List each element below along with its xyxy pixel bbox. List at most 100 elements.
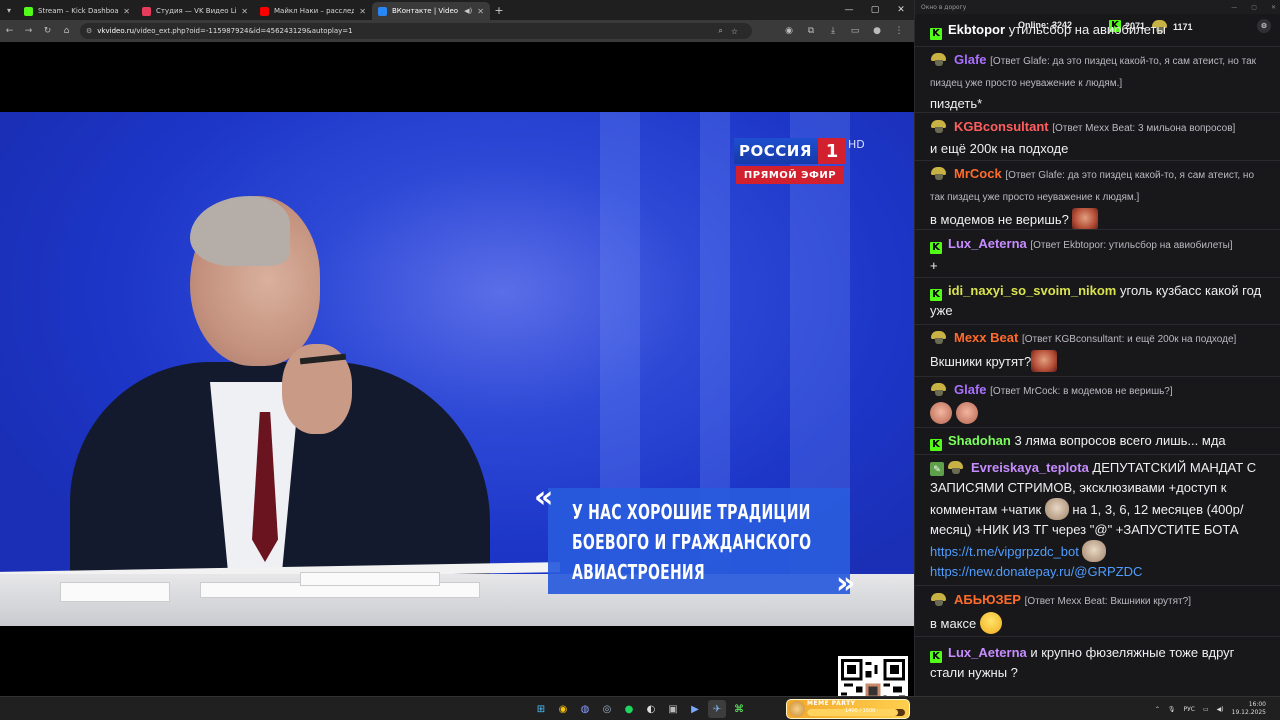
pen-badge-icon: ✎	[930, 462, 944, 476]
chat-username[interactable]: MrCock	[954, 166, 1002, 181]
zoom-icon[interactable]: ⌕	[718, 26, 722, 36]
forward-icon[interactable]: →	[19, 20, 38, 42]
message-divider	[915, 427, 1280, 428]
close-icon[interactable]: ✕	[241, 7, 248, 16]
chat-username[interactable]: АБЬЮЗЕР	[954, 592, 1021, 607]
system-tray: ⌃ 🎙 РУС ▭ ◀) 16:00 19.12.2025	[1155, 697, 1266, 720]
clock[interactable]: 16:00 19.12.2025	[1232, 701, 1266, 717]
message-divider	[915, 324, 1280, 325]
chat-username[interactable]: Lux_Aeterna	[948, 645, 1027, 660]
menu-dots-icon[interactable]: ⋮	[890, 26, 908, 36]
speaker-icon[interactable]: ◀)	[464, 7, 472, 15]
close-icon[interactable]: ✕	[477, 7, 484, 16]
helmet-badge-icon	[947, 461, 965, 474]
chrome-icon[interactable]: ◉	[554, 700, 572, 718]
chat-message: Glafe [Ответ Glafe: да это пиздец какой-…	[930, 50, 1270, 114]
chat-text: +	[930, 258, 938, 273]
tab-search-icon[interactable]: ▾	[0, 0, 18, 20]
chat-username[interactable]: Shadohan	[948, 433, 1011, 448]
paper-sheet	[60, 582, 170, 602]
tab-vk-studio[interactable]: Студия — VK Видео Live ✕	[136, 2, 254, 20]
kick-badge-icon: K	[930, 439, 942, 451]
extensions-puzzle-icon[interactable]: ⧉	[802, 26, 820, 36]
cast-icon[interactable]: ▭	[846, 26, 864, 36]
bookmark-star-icon[interactable]: ☆	[731, 27, 738, 36]
chat-username[interactable]: Mexx Beat	[954, 330, 1018, 345]
caption-quote-close: »	[836, 566, 856, 601]
media-player-icon[interactable]: ▶	[686, 700, 704, 718]
chat-username[interactable]: idi_naxyi_so_svoim_nikom	[948, 283, 1116, 298]
maximize-icon[interactable]: ▢	[1251, 4, 1257, 11]
steam-icon[interactable]: ◎	[598, 700, 616, 718]
chat-message-list[interactable]: K Ekbtopor утильсбор на авиобилеты Glafe …	[915, 24, 1280, 696]
network-icon[interactable]: ▭	[1203, 706, 1209, 713]
emote-face-icon	[1072, 208, 1099, 230]
chat-username[interactable]: Glafe	[954, 382, 987, 397]
new-tab-icon[interactable]: +	[490, 4, 508, 17]
meme-party-progress: MEME PARTY 1400 / 1500	[786, 699, 910, 719]
microphone-icon[interactable]: 🎙	[1168, 706, 1176, 713]
kick-badge-icon: K	[930, 242, 942, 254]
meme-party-title: MEME PARTY	[807, 700, 856, 707]
volume-icon[interactable]: ◀)	[1217, 706, 1224, 713]
terminal-icon[interactable]: ⌘	[730, 700, 748, 718]
video-player[interactable]: РОССИЯ 1 HD ПРЯМОЙ ЭФИР « У НАС ХОРОШИЕ …	[0, 42, 914, 696]
maximize-icon[interactable]: ▢	[862, 0, 888, 20]
vk-video-favicon-icon	[142, 6, 151, 16]
chat-text: утильсбор на авиобилеты	[1008, 24, 1166, 37]
site-info-icon[interactable]: ⚙	[86, 27, 92, 35]
qr-code	[838, 656, 908, 696]
language-indicator[interactable]: РУС	[1184, 706, 1195, 713]
address-bar[interactable]: ⚙ vkvideo.ru/video_ext.php?oid=-11598792…	[80, 23, 752, 39]
close-window-icon[interactable]: ✕	[1271, 4, 1276, 11]
bot-link[interactable]: https://t.me/vipgrpzdc_bot	[930, 544, 1079, 559]
reply-quote: [Ответ MrCock: в модемов не веришь?]	[990, 386, 1173, 397]
chat-text: пиздеть*	[930, 96, 983, 111]
tray-chevron-icon[interactable]: ⌃	[1155, 706, 1160, 713]
donate-link[interactable]: https://new.donatepay.ru/@GRPZDC	[930, 564, 1142, 579]
emote-face-icon	[955, 402, 978, 424]
caption-quote-open: «	[534, 480, 554, 515]
message-divider	[915, 46, 1280, 47]
close-icon[interactable]: ✕	[123, 7, 130, 16]
helmet-badge-icon	[930, 53, 948, 66]
channel-logo-number: 1	[818, 138, 846, 164]
tab-youtube[interactable]: Майкл Наки – расслед... ✕	[254, 2, 372, 20]
chat-message: K Lux_Aeterna и крупно фюзеляжные тоже вд…	[930, 643, 1270, 683]
emote-smile-icon	[979, 612, 1002, 634]
chat-message: АБЬЮЗЕР [Ответ Mexx Beat: Вкшники крутят…	[930, 590, 1270, 634]
chat-username[interactable]: KGBconsultant	[954, 119, 1049, 134]
extension-icon[interactable]: ◉	[780, 26, 798, 36]
minimize-icon[interactable]: —	[836, 0, 862, 20]
tab-vk-video-ext[interactable]: ВКонтакте | Video Ext ◀) ✕	[372, 2, 490, 20]
message-divider	[915, 229, 1280, 230]
chat-username[interactable]: Glafe	[954, 52, 987, 67]
close-window-icon[interactable]: ✕	[888, 0, 914, 20]
chat-app-icon[interactable]: ✈	[708, 700, 726, 718]
message-divider	[915, 454, 1280, 455]
emote-cat-icon	[1082, 540, 1107, 562]
chat-username[interactable]: Evreiskaya_teplota	[971, 460, 1089, 475]
discord-icon[interactable]: ◍	[576, 700, 594, 718]
home-icon[interactable]: ⌂	[57, 20, 76, 42]
chat-message: Kidi_naxyi_so_svoim_nikom уголь кузбасс …	[930, 281, 1270, 321]
window-controls: — ▢ ✕	[836, 0, 914, 20]
browser-window: ▾ Stream – Kick Dashboard ✕ Студия — VK …	[0, 0, 914, 696]
download-icon[interactable]: ⤓	[824, 26, 842, 36]
minimize-icon[interactable]: —	[1231, 4, 1237, 11]
reply-quote: [Ответ Mexx Beat: 3 мильона вопросов]	[1052, 123, 1236, 134]
chat-username[interactable]: Lux_Aeterna	[948, 236, 1027, 251]
obs-icon[interactable]: ◐	[642, 700, 660, 718]
chat-message: Mexx Beat [Ответ KGBconsultant: и ещё 20…	[930, 328, 1270, 372]
tab-kick-dashboard[interactable]: Stream – Kick Dashboard ✕	[18, 2, 136, 20]
back-icon[interactable]: ←	[0, 20, 19, 42]
start-icon[interactable]: ⊞	[532, 700, 550, 718]
close-icon[interactable]: ✕	[359, 7, 366, 16]
chat-username[interactable]: Ekbtopor	[948, 24, 1005, 37]
app-icon[interactable]: ▣	[664, 700, 682, 718]
chat-message: KGBconsultant [Ответ Mexx Beat: 3 мильон…	[930, 117, 1270, 159]
kick-badge-icon: K	[930, 651, 942, 663]
profile-icon[interactable]: ●	[868, 26, 886, 36]
reload-icon[interactable]: ↻	[38, 20, 57, 42]
spotify-icon[interactable]: ●	[620, 700, 638, 718]
